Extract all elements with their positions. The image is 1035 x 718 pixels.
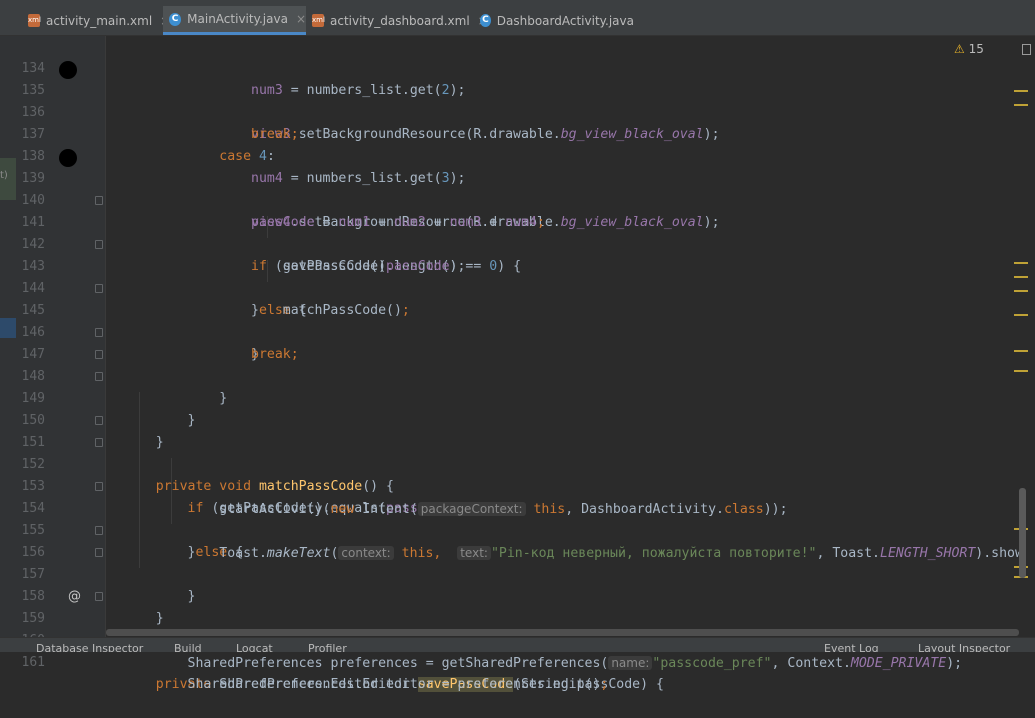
inspection-widget[interactable]: ⚠ 15 bbox=[954, 42, 984, 56]
panel-highlight bbox=[0, 318, 16, 338]
fold-icon[interactable] bbox=[95, 350, 103, 359]
tab-label: DashboardActivity.java bbox=[496, 13, 634, 28]
code-line: 136 break; bbox=[16, 80, 1021, 142]
warning-marker[interactable] bbox=[1014, 370, 1028, 372]
vertical-scrollbar[interactable] bbox=[1019, 488, 1026, 578]
fold-icon[interactable] bbox=[95, 526, 103, 535]
code-line: 134 num3 = numbers_list.get(2); bbox=[16, 36, 1021, 98]
tab-label: activity_dashboard.xml bbox=[330, 13, 470, 28]
horizontal-scrollbar[interactable] bbox=[106, 629, 1019, 636]
warning-marker[interactable] bbox=[1014, 314, 1028, 316]
code-line: 139 view4.setBackgroundResource(R.drawab… bbox=[16, 146, 1021, 230]
fold-icon[interactable] bbox=[95, 240, 103, 249]
left-tool-panel: t) bbox=[0, 36, 16, 637]
code-line: 148 } bbox=[16, 344, 1021, 428]
code-line: 159 @ private SharedPreferences.Editor s… bbox=[16, 586, 1021, 692]
warning-marker[interactable] bbox=[1014, 276, 1028, 278]
code-editor[interactable]: 134 num3 = numbers_list.get(2); 135 view… bbox=[16, 36, 1035, 692]
parameter-hint: name: bbox=[608, 656, 653, 670]
java-class-icon: C bbox=[169, 12, 182, 26]
breakpoint-icon[interactable] bbox=[59, 61, 77, 79]
tool-window-bar: Database Inspector Build Logcat Profiler… bbox=[0, 637, 1035, 652]
code-text: SharedPreferences preferences = getShare… bbox=[187, 656, 963, 671]
tab-label: activity_main.xml bbox=[46, 13, 153, 28]
code-line: 141 if (getPassCode().length() == 0) { bbox=[16, 190, 1021, 274]
code-line: 156 } bbox=[16, 520, 1021, 604]
xml-file-icon: xml bbox=[312, 14, 325, 27]
code-line: 147 } bbox=[16, 322, 1021, 406]
code-line: 144 matchPassCode(); bbox=[16, 256, 1021, 318]
warning-count: 15 bbox=[968, 42, 984, 56]
code-line: 140 passCode = num1 + num2 + num3 + num4… bbox=[16, 168, 1021, 230]
caret-indicator-icon[interactable] bbox=[1022, 44, 1031, 55]
xml-file-icon: xml bbox=[28, 14, 41, 27]
warning-marker[interactable] bbox=[1014, 90, 1028, 92]
code-text: SharedPreferences.Editor editor = prefer… bbox=[187, 677, 609, 692]
code-line: 150 bbox=[16, 388, 1021, 428]
fold-icon[interactable] bbox=[95, 416, 103, 425]
code-line: 149 } bbox=[16, 366, 1021, 450]
tab-main-activity-java[interactable]: C MainActivity.java × bbox=[163, 6, 306, 35]
warning-marker[interactable] bbox=[1014, 104, 1028, 106]
fold-icon[interactable] bbox=[95, 548, 103, 557]
fold-icon[interactable] bbox=[95, 438, 103, 447]
warning-marker[interactable] bbox=[1014, 350, 1028, 352]
code-line: 160 SharedPreferences preferences = getS… bbox=[16, 608, 1021, 671]
code-line: 158 bbox=[16, 564, 1021, 604]
code-line: 153 startActivity(new Intent(packageCont… bbox=[16, 454, 1021, 517]
code-line: 152 if (getPassCode().equals(passCode)) … bbox=[16, 432, 1021, 516]
code-line: 143 }else { bbox=[16, 234, 1021, 318]
fold-icon[interactable] bbox=[95, 482, 103, 491]
panel-label: t) bbox=[0, 170, 8, 181]
fold-icon[interactable] bbox=[95, 372, 103, 381]
fold-icon[interactable] bbox=[95, 592, 103, 601]
fold-icon[interactable] bbox=[95, 328, 103, 337]
code-line: 151 private void matchPassCode() { bbox=[16, 410, 1021, 494]
fold-icon[interactable] bbox=[95, 196, 103, 205]
java-class-icon: C bbox=[480, 14, 491, 27]
line-number: 161 bbox=[21, 655, 45, 670]
tab-activity-main-xml[interactable]: xml activity_main.xml × bbox=[22, 6, 170, 35]
warning-marker[interactable] bbox=[1014, 262, 1028, 264]
panel-selection: t) bbox=[0, 158, 16, 200]
close-icon[interactable]: × bbox=[296, 12, 306, 26]
warning-marker[interactable] bbox=[1014, 290, 1028, 292]
breakpoint-icon[interactable] bbox=[59, 149, 77, 167]
warning-triangle-icon: ⚠ bbox=[954, 42, 965, 56]
code-line: 138 num4 = numbers_list.get(3); bbox=[16, 124, 1021, 186]
code-line: 145 } bbox=[16, 278, 1021, 362]
code-line: 157 } bbox=[16, 542, 1021, 626]
code-line: 155 Toast.makeText(context: this, text: "… bbox=[16, 498, 1035, 561]
tab-label: MainActivity.java bbox=[187, 12, 288, 26]
tab-activity-dashboard-xml[interactable]: xml activity_dashboard.xml × bbox=[306, 6, 488, 35]
fold-icon[interactable] bbox=[95, 284, 103, 293]
override-icon[interactable]: @ bbox=[68, 586, 81, 608]
code-line: 142 savePassCode(passCode); bbox=[16, 212, 1021, 274]
editor-tab-bar: xml activity_main.xml × C MainActivity.j… bbox=[0, 6, 1035, 36]
code-line: 146 break; bbox=[16, 300, 1021, 362]
code-line: 135 view3.setBackgroundResource(R.drawab… bbox=[16, 58, 1021, 142]
code-line: 137 case 4: bbox=[16, 102, 1021, 164]
tab-dashboard-activity-java[interactable]: C DashboardActivity.java bbox=[474, 6, 634, 35]
code-line: 154 }else { bbox=[16, 476, 1021, 560]
